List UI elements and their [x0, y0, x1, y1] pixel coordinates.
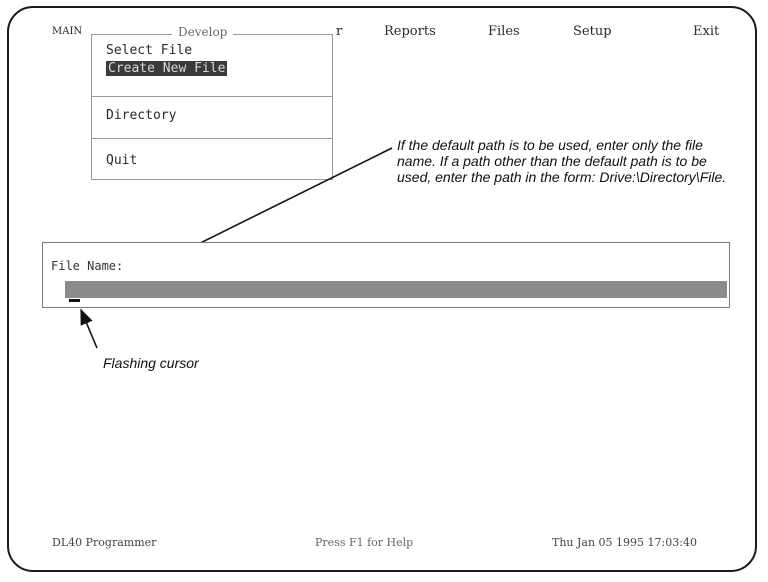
file-name-input[interactable] [65, 281, 727, 298]
file-name-label: File Name: [51, 259, 124, 273]
cursor-arrow [80, 308, 98, 349]
file-name-dialog: File Name: [42, 242, 730, 308]
text-cursor [69, 299, 80, 302]
cursor-annotation: Flashing cursor [103, 355, 199, 371]
status-program: DL40 Programmer [52, 536, 157, 549]
terminal-screen: MAIN r Reports Files Setup Exit Develop … [0, 0, 768, 582]
status-datetime: Thu Jan 05 1995 17:03:40 [552, 536, 697, 549]
status-help: Press F1 for Help [315, 536, 414, 549]
